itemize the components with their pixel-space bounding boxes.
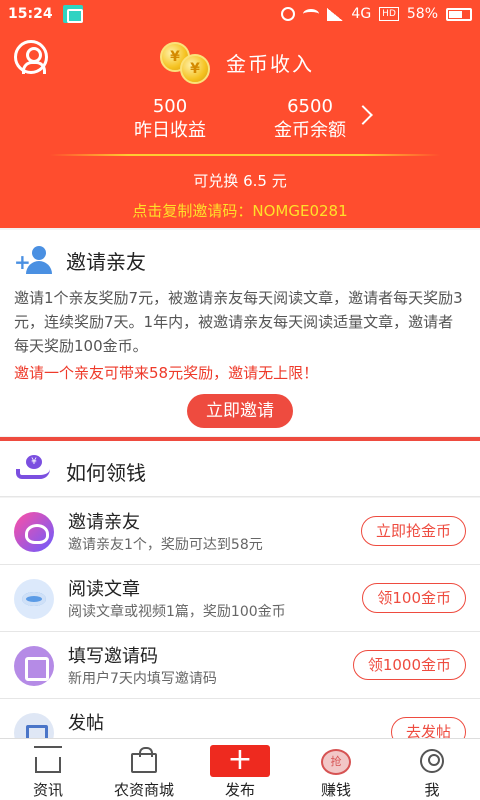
status-bar: 15:24 4G HD 58% bbox=[0, 0, 480, 28]
grab-coins-button[interactable]: 立即抢金币 bbox=[360, 516, 466, 546]
coins-icon: ¥ ¥ bbox=[158, 42, 218, 84]
nav-item-mall[interactable]: 农资商城 bbox=[96, 739, 192, 800]
exchange-amount: 可兑换 6.5 元 bbox=[193, 172, 287, 190]
signal-icon bbox=[327, 7, 344, 21]
nav-item-earn[interactable]: 抢 赚钱 bbox=[288, 739, 384, 800]
invite-now-button[interactable]: 立即邀请 bbox=[187, 394, 293, 428]
divider bbox=[50, 154, 440, 156]
task-desc: 邀请亲友1个，奖励可达到58元 bbox=[68, 537, 263, 553]
how-to-earn-header: ¥ 如何领钱 bbox=[0, 441, 480, 497]
task-title: 阅读文章 bbox=[68, 579, 140, 600]
task-title: 填写邀请码 bbox=[68, 646, 158, 667]
code-icon bbox=[14, 646, 54, 686]
nav-item-me[interactable]: 我 bbox=[384, 739, 480, 800]
task-desc: 阅读文章或视频1篇，奖励100金币 bbox=[68, 604, 286, 620]
wifi-icon bbox=[303, 9, 320, 19]
claim-100-coins-button[interactable]: 领100金币 bbox=[362, 583, 466, 613]
nav-label: 我 bbox=[424, 781, 440, 799]
people-icon bbox=[14, 512, 54, 552]
network-type: 4G bbox=[351, 6, 372, 22]
profile-icon[interactable] bbox=[14, 40, 48, 74]
invite-card-title: 邀请亲友 bbox=[66, 250, 146, 274]
task-read-article[interactable]: 阅读文章 阅读文章或视频1篇，奖励100金币 领100金币 bbox=[0, 565, 480, 632]
alarm-icon bbox=[281, 7, 296, 21]
eye-icon bbox=[14, 579, 54, 619]
task-title: 邀请亲友 bbox=[68, 512, 140, 533]
task-enter-invite-code[interactable]: 填写邀请码 新用户7天内填写邀请码 领1000金币 bbox=[0, 632, 480, 699]
coin-income-header: ¥ ¥ 金币收入 500 昨日收益 6500 金币余额 可兑换 6.5 元 点击… bbox=[0, 28, 480, 228]
task-title: 发帖 bbox=[68, 713, 104, 734]
battery-percent: 58% bbox=[406, 6, 438, 22]
task-invite-friends[interactable]: 邀请亲友 邀请亲友1个，奖励可达到58元 立即抢金币 bbox=[0, 498, 480, 565]
plus-icon: + bbox=[210, 745, 270, 777]
nav-item-news[interactable]: 资讯 bbox=[0, 739, 96, 800]
yesterday-earnings-label: 昨日收益 bbox=[134, 120, 206, 141]
nav-label: 赚钱 bbox=[320, 781, 351, 799]
status-time: 15:24 bbox=[8, 6, 53, 22]
shopping-bag-icon bbox=[131, 747, 157, 773]
coin-icon: ¥ bbox=[180, 54, 210, 84]
nav-label: 资讯 bbox=[32, 781, 63, 799]
page-title: 金币收入 bbox=[226, 52, 314, 76]
home-icon bbox=[34, 746, 62, 773]
red-envelope-icon: 抢 bbox=[321, 749, 351, 775]
screenshot-icon bbox=[62, 5, 83, 23]
invite-friends-card: + 邀请亲友 邀请1个亲友奖励7元，被邀请亲友每天阅读文章，邀请者每天奖励3元，… bbox=[0, 230, 480, 436]
yesterday-earnings: 500 昨日收益 bbox=[100, 96, 240, 144]
nav-label: 农资商城 bbox=[113, 781, 174, 799]
money-hand-icon: ¥ bbox=[14, 455, 52, 485]
hd-badge: HD bbox=[379, 7, 399, 21]
nav-label: 发布 bbox=[224, 781, 255, 799]
task-desc: 新用户7天内填写邀请码 bbox=[68, 671, 217, 687]
nav-item-publish[interactable]: + 发布 bbox=[192, 739, 288, 800]
yesterday-earnings-value: 500 bbox=[152, 96, 188, 117]
invite-description: 邀请1个亲友奖励7元，被邀请亲友每天阅读文章，邀请者每天奖励3元，连续奖励7天。… bbox=[14, 289, 463, 355]
copy-invite-code-link[interactable]: 点击复制邀请码：NOMGE0281 bbox=[0, 200, 480, 221]
claim-1000-coins-button[interactable]: 领1000金币 bbox=[352, 650, 466, 680]
battery-icon bbox=[446, 7, 472, 21]
how-to-earn-title: 如何领钱 bbox=[66, 461, 146, 485]
bottom-nav: 资讯 农资商城 + 发布 抢 赚钱 我 bbox=[0, 738, 480, 800]
user-icon bbox=[420, 749, 444, 773]
invite-highlight: 邀请一个亲友可带来58元奖励，邀请无上限！ bbox=[14, 364, 319, 382]
add-user-icon: + bbox=[14, 246, 54, 276]
